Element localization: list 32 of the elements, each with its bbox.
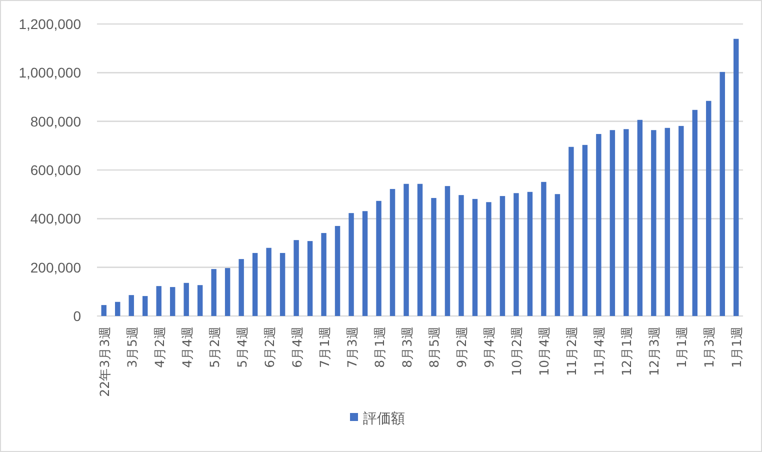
y-axis-label: 1,000,000 bbox=[18, 64, 81, 81]
x-axis-label: 3月5週 bbox=[124, 326, 140, 368]
x-axis-label: 5月4週 bbox=[234, 326, 250, 368]
x-axis-label: 8月3週 bbox=[399, 326, 414, 368]
x-axis-label: 8月1週 bbox=[372, 326, 387, 368]
x-axis-label: 8月5週 bbox=[426, 326, 442, 368]
x-axis-label: 22年3月3週 bbox=[96, 326, 112, 397]
x-axis-label: 10月2週 bbox=[509, 326, 524, 376]
x-axis-label: 4月2週 bbox=[152, 326, 167, 368]
x-axis-label: 7月3週 bbox=[344, 326, 360, 368]
x-axis-label: 10月4週 bbox=[536, 326, 552, 376]
y-axis-label: 800,000 bbox=[30, 113, 81, 130]
x-axis-label: 9月4週 bbox=[482, 326, 497, 368]
x-axis-label: 1月1週 bbox=[729, 326, 744, 368]
x-axis-label: 12月3週 bbox=[646, 326, 662, 376]
x-axis-label: 7月1週 bbox=[316, 326, 332, 368]
x-axis-label: 11月4週 bbox=[592, 326, 607, 376]
y-axis-label: 0 bbox=[73, 308, 81, 324]
x-axis-label: 1月3週 bbox=[702, 326, 717, 368]
y-axis-label: 400,000 bbox=[30, 210, 81, 227]
x-axis-label: 6月2週 bbox=[262, 326, 277, 368]
x-axis-label: 9月2週 bbox=[454, 326, 470, 368]
y-axis-label: 600,000 bbox=[30, 162, 81, 178]
x-axis-label: 6月4週 bbox=[289, 326, 304, 368]
legend-label: 評価額 bbox=[363, 411, 405, 427]
x-axis-label: 12月1週 bbox=[619, 326, 634, 376]
y-axis-label: 200,000 bbox=[30, 259, 81, 276]
x-axis-label: 1月1週 bbox=[674, 326, 690, 368]
y-axis-label: 1,200,000 bbox=[18, 16, 81, 32]
x-axis-label: 11月2週 bbox=[564, 326, 580, 376]
x-axis-label: 5月2週 bbox=[206, 326, 222, 368]
x-axis-label: 4月4週 bbox=[179, 326, 194, 368]
